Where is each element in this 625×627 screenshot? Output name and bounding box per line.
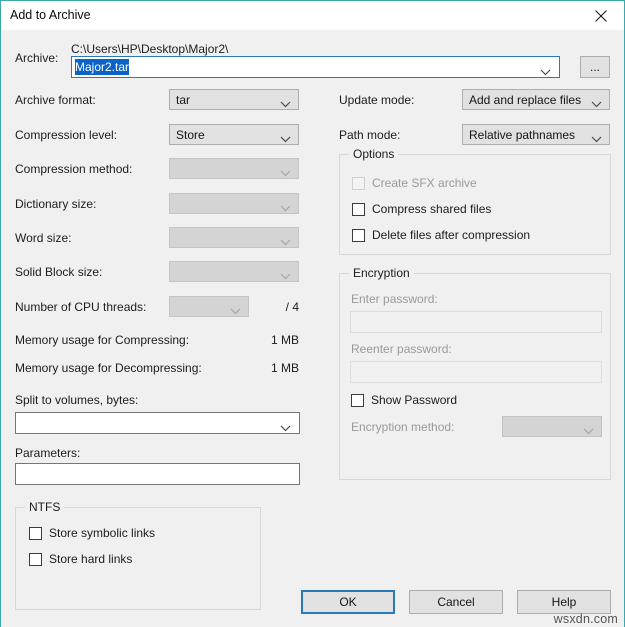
chevron-down-icon [280, 132, 291, 146]
chevron-down-icon [280, 97, 291, 111]
path-mode-value: Relative pathnames [469, 128, 575, 142]
parameters-input[interactable] [15, 463, 300, 485]
encryption-method-label: Encryption method: [351, 420, 454, 434]
browse-button[interactable]: ... [580, 56, 610, 78]
encryption-method-combo [502, 416, 602, 437]
cpu-threads-total: / 4 [259, 300, 299, 314]
close-icon[interactable] [579, 1, 624, 29]
memory-decompressing-label: Memory usage for Decompressing: [15, 361, 202, 375]
compression-method-label: Compression method: [15, 162, 132, 176]
store-symbolic-links-checkbox[interactable]: Store symbolic links [29, 526, 155, 540]
options-group: Options Create SFX archive Compress shar… [339, 154, 611, 255]
split-volumes-input[interactable] [15, 412, 300, 434]
parameters-label: Parameters: [15, 446, 80, 460]
compression-level-label: Compression level: [15, 128, 117, 142]
window-title: Add to Archive [10, 8, 91, 22]
watermark-text: wsxdn.com [554, 612, 618, 626]
compress-shared-files-checkbox[interactable]: Compress shared files [352, 202, 491, 216]
create-sfx-archive-label: Create SFX archive [372, 176, 477, 190]
checkbox-box [351, 394, 364, 407]
help-button[interactable]: Help [517, 590, 611, 614]
compression-level-combo[interactable]: Store [169, 124, 299, 145]
ntfs-group-title: NTFS [25, 500, 64, 514]
title-bar: Add to Archive [1, 1, 624, 31]
create-sfx-archive-checkbox: Create SFX archive [352, 176, 477, 190]
chevron-down-icon [280, 235, 291, 249]
encryption-group: Encryption Enter password: Reenter passw… [339, 273, 611, 480]
update-mode-combo[interactable]: Add and replace files [462, 89, 610, 110]
compression-method-combo [169, 158, 299, 179]
word-size-combo [169, 227, 299, 248]
ok-button[interactable]: OK [301, 590, 395, 614]
dialog-body: Archive: C:\Users\HP\Desktop\Major2\ Maj… [1, 30, 624, 627]
word-size-label: Word size: [15, 231, 71, 245]
archive-name-value: Major2.tar [75, 60, 129, 74]
store-hard-links-label: Store hard links [49, 552, 132, 566]
show-password-label: Show Password [371, 393, 457, 407]
dictionary-size-label: Dictionary size: [15, 197, 96, 211]
chevron-down-icon [280, 269, 291, 283]
checkbox-box [352, 177, 365, 190]
archive-label: Archive: [15, 51, 58, 65]
checkbox-box [352, 229, 365, 242]
path-mode-label: Path mode: [339, 128, 400, 142]
chevron-down-icon [280, 166, 291, 180]
archive-name-input[interactable]: Major2.tar [71, 56, 560, 78]
reenter-password-label: Reenter password: [351, 342, 452, 356]
options-group-title: Options [349, 147, 398, 161]
ntfs-group: NTFS Store symbolic links Store hard lin… [15, 507, 261, 610]
chevron-down-icon [583, 424, 594, 438]
enter-password-label: Enter password: [351, 292, 438, 306]
cancel-button[interactable]: Cancel [409, 590, 503, 614]
archive-format-value: tar [176, 93, 190, 107]
archive-format-combo[interactable]: tar [169, 89, 299, 110]
chevron-down-icon [591, 97, 602, 111]
chevron-down-icon[interactable] [540, 65, 551, 79]
checkbox-box [29, 553, 42, 566]
chevron-down-icon[interactable] [280, 421, 291, 435]
store-hard-links-checkbox[interactable]: Store hard links [29, 552, 132, 566]
checkbox-box [352, 203, 365, 216]
dictionary-size-combo [169, 193, 299, 214]
update-mode-label: Update mode: [339, 93, 414, 107]
memory-decompressing-value: 1 MB [219, 361, 299, 375]
chevron-down-icon [230, 304, 241, 318]
solid-block-size-label: Solid Block size: [15, 265, 102, 279]
chevron-down-icon [280, 201, 291, 215]
show-password-checkbox[interactable]: Show Password [351, 393, 457, 407]
delete-files-after-compression-checkbox[interactable]: Delete files after compression [352, 228, 530, 242]
compress-shared-files-label: Compress shared files [372, 202, 491, 216]
archive-name-selection: Major2.tar [75, 59, 129, 75]
store-symbolic-links-label: Store symbolic links [49, 526, 155, 540]
add-to-archive-dialog: Add to Archive Archive: C:\Users\HP\Desk… [0, 0, 625, 627]
chevron-down-icon [591, 132, 602, 146]
delete-files-after-compression-label: Delete files after compression [372, 228, 530, 242]
checkbox-box [29, 527, 42, 540]
archive-path-text: C:\Users\HP\Desktop\Major2\ [71, 42, 228, 56]
solid-block-size-combo [169, 261, 299, 282]
memory-compressing-label: Memory usage for Compressing: [15, 333, 189, 347]
update-mode-value: Add and replace files [469, 93, 581, 107]
compression-level-value: Store [176, 128, 205, 142]
encryption-group-title: Encryption [349, 266, 414, 280]
path-mode-combo[interactable]: Relative pathnames [462, 124, 610, 145]
enter-password-input [350, 311, 602, 333]
cpu-threads-combo [169, 296, 249, 317]
reenter-password-input [350, 361, 602, 383]
cpu-threads-label: Number of CPU threads: [15, 300, 146, 314]
archive-format-label: Archive format: [15, 93, 96, 107]
memory-compressing-value: 1 MB [219, 333, 299, 347]
split-volumes-label: Split to volumes, bytes: [15, 393, 138, 407]
